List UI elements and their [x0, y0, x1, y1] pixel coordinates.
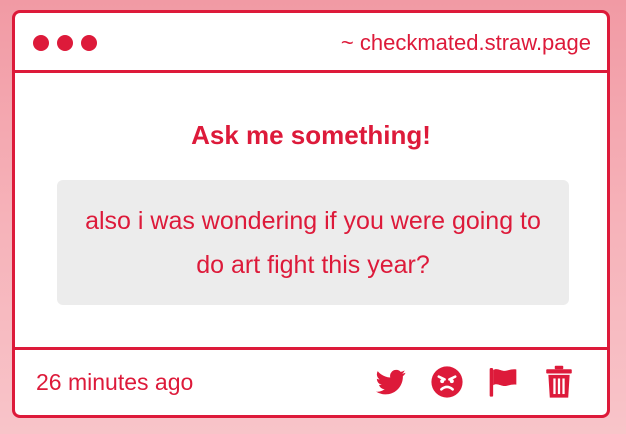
action-icons	[373, 365, 577, 399]
question-card: ~ checkmated.straw.page Ask me something…	[12, 10, 610, 418]
card-footer: 26 minutes ago	[15, 347, 607, 415]
twitter-icon[interactable]	[373, 365, 409, 399]
question-content: Ask me something! also i was wondering i…	[15, 73, 607, 349]
angry-face-icon[interactable]	[429, 365, 465, 399]
window-dot-3[interactable]	[81, 35, 97, 51]
window-dot-1[interactable]	[33, 35, 49, 51]
page-title: Ask me something!	[191, 120, 431, 150]
trash-icon[interactable]	[541, 365, 577, 399]
window-titlebar: ~ checkmated.straw.page	[15, 13, 607, 73]
site-url[interactable]: ~ checkmated.straw.page	[341, 29, 591, 57]
window-dot-2[interactable]	[57, 35, 73, 51]
window-controls	[33, 35, 97, 51]
question-text: also i was wondering if you were going t…	[85, 206, 541, 279]
question-box: also i was wondering if you were going t…	[57, 180, 569, 305]
flag-icon[interactable]	[485, 365, 521, 399]
timestamp: 26 minutes ago	[36, 369, 194, 395]
